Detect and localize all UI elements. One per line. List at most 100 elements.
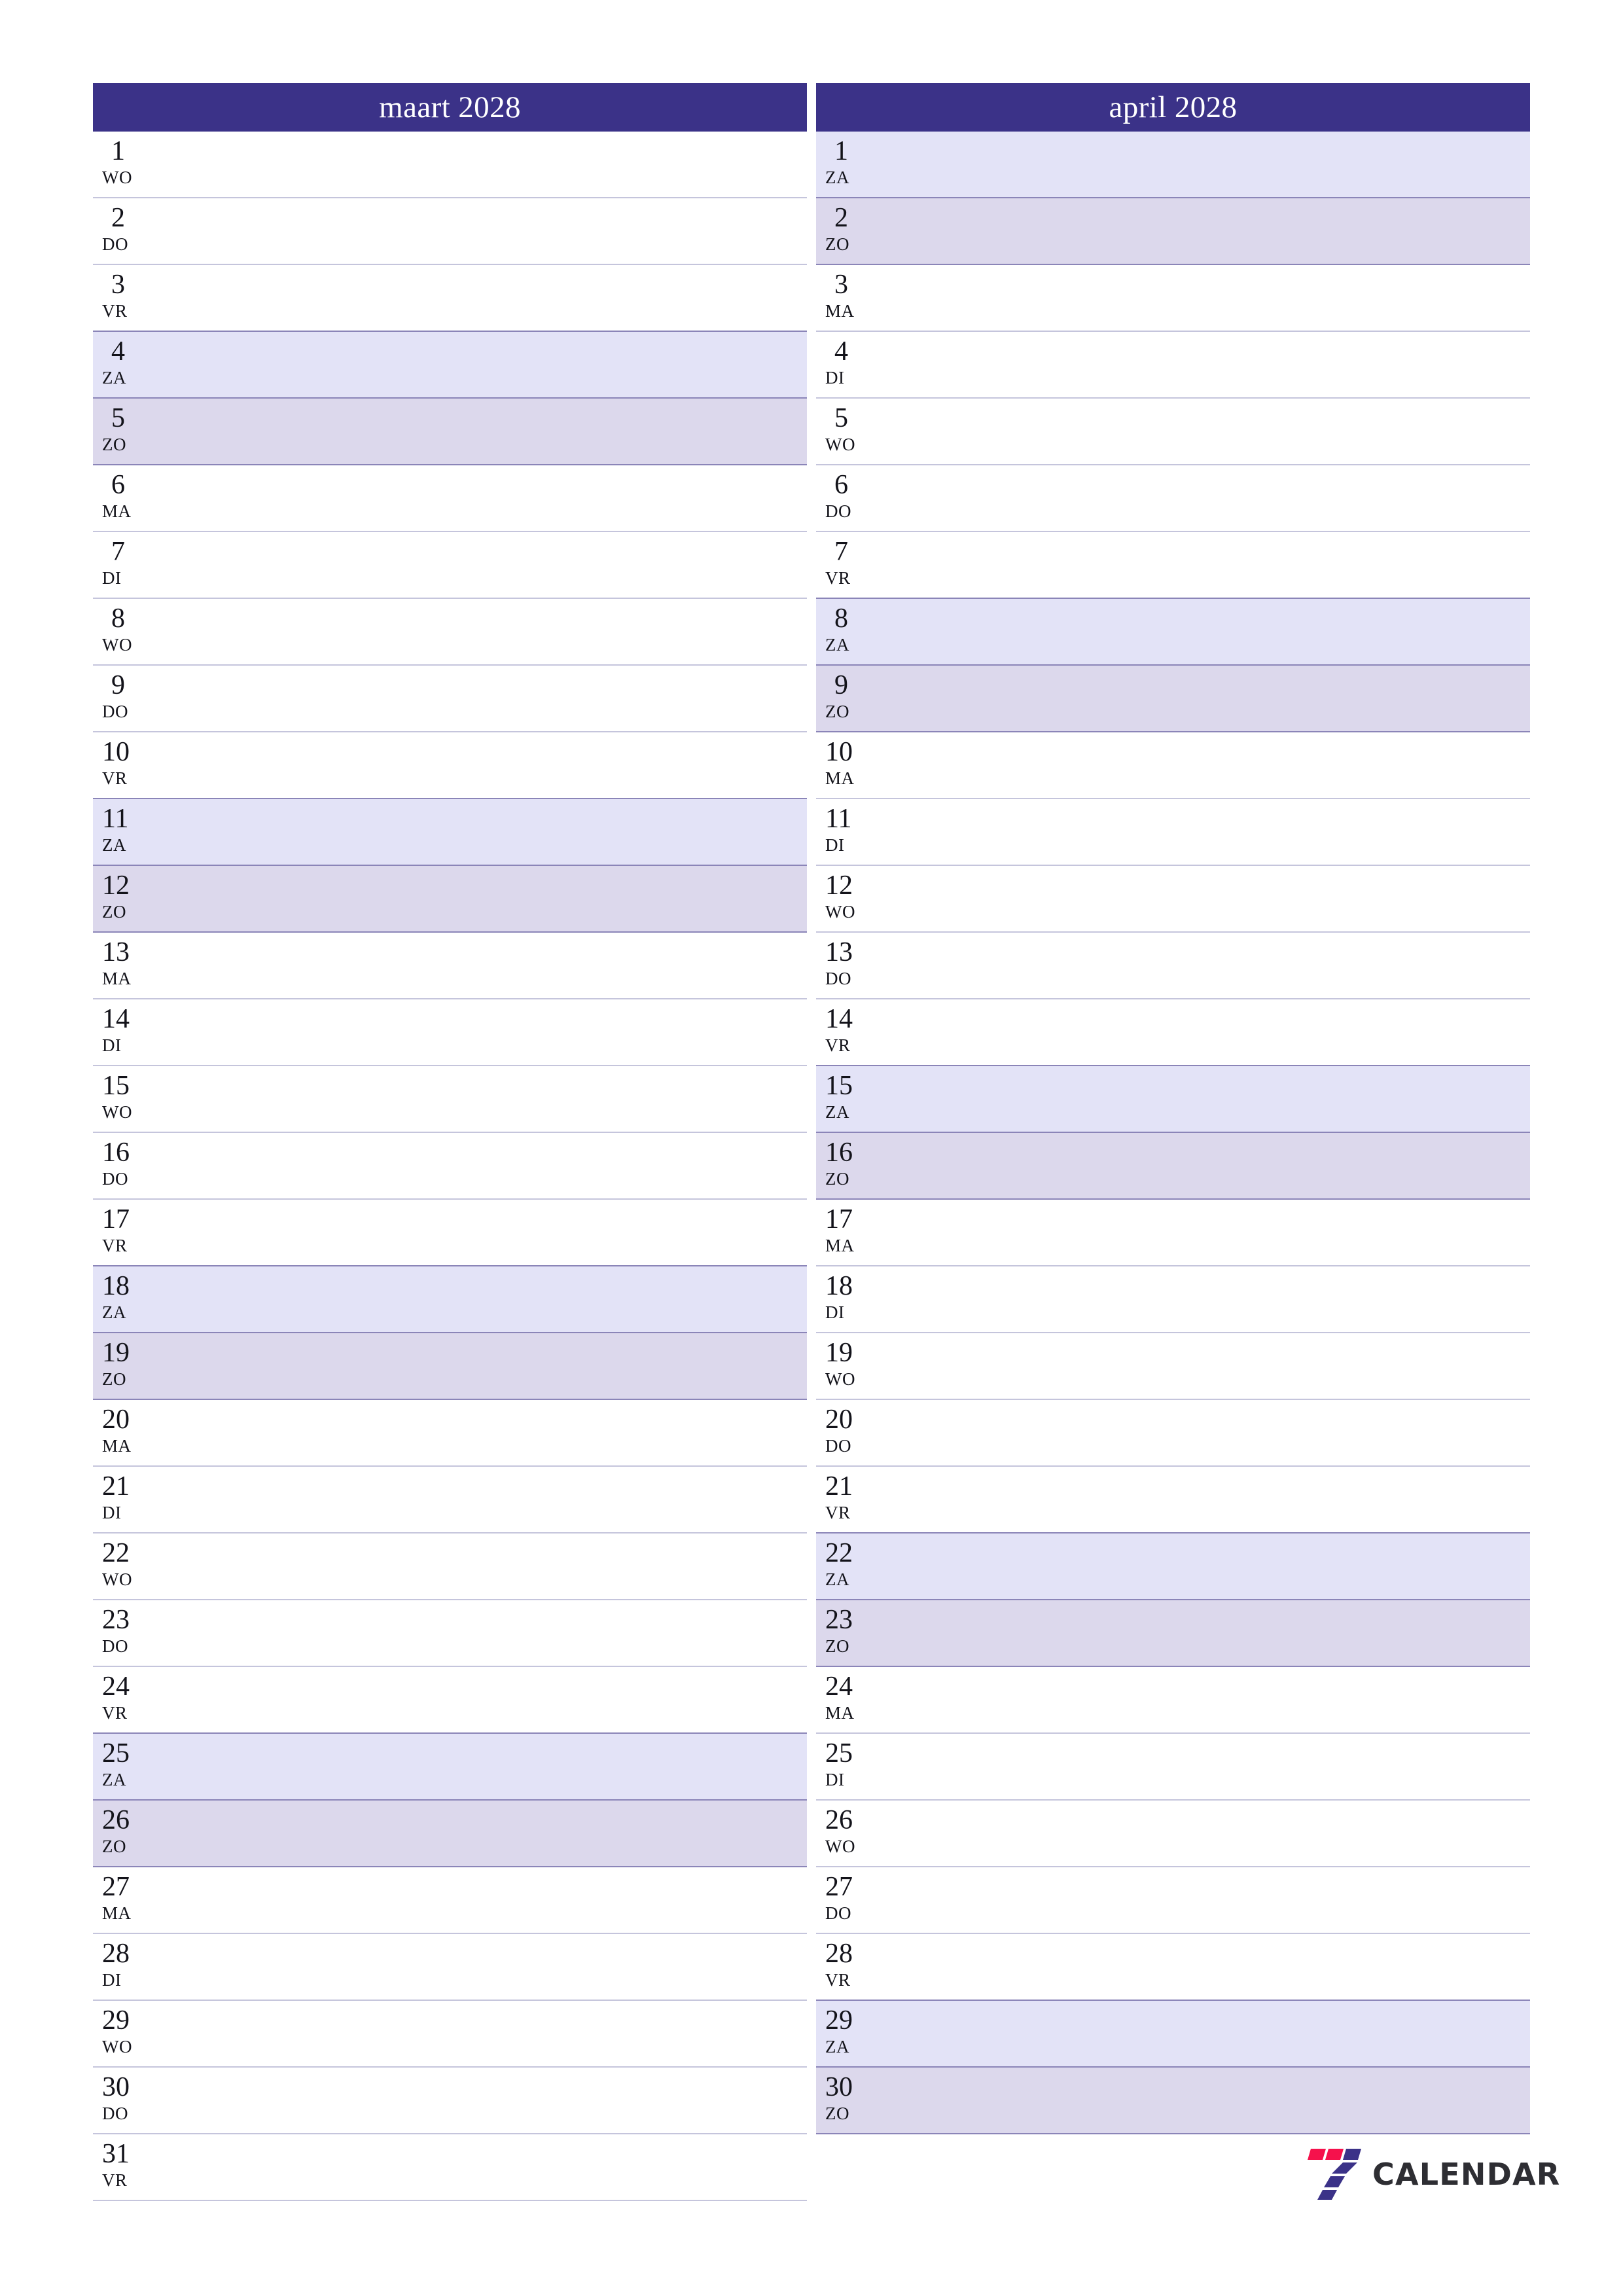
day-row[interactable]: 29 WO [93, 2001, 807, 2068]
day-row[interactable]: 25 DI [816, 1734, 1530, 1801]
day-row[interactable]: 21 DI [93, 1467, 807, 1534]
day-row[interactable]: 13 MA [93, 933, 807, 999]
day-row[interactable]: 31 VR [93, 2134, 807, 2201]
day-weekday-label: ZO [825, 1636, 849, 1656]
day-row[interactable]: 22 ZA [816, 1534, 1530, 1600]
day-row[interactable]: 7 DI [93, 532, 807, 599]
day-number: 1 [834, 136, 848, 166]
day-row[interactable]: 4 DI [816, 332, 1530, 399]
day-number: 16 [102, 1138, 130, 1168]
day-weekday-label: MA [102, 1903, 132, 1923]
day-row[interactable]: 15 ZA [816, 1066, 1530, 1133]
day-row[interactable]: 10 VR [93, 732, 807, 799]
day-row[interactable]: 14 DI [93, 999, 807, 1066]
day-row[interactable]: 23 DO [93, 1600, 807, 1667]
day-row[interactable]: 6 DO [816, 465, 1530, 532]
day-number: 23 [825, 1605, 853, 1635]
day-weekday-label: ZO [825, 702, 849, 721]
day-weekday-label: ZA [825, 2037, 849, 2056]
day-row[interactable]: 12 WO [816, 866, 1530, 933]
day-weekday-label: ZO [825, 1169, 849, 1189]
day-weekday-label: ZO [102, 1837, 126, 1856]
day-row[interactable]: 14 VR [816, 999, 1530, 1066]
day-weekday-label: ZO [825, 2104, 849, 2123]
day-row[interactable]: 26 WO [816, 1801, 1530, 1867]
day-number: 26 [825, 1805, 853, 1835]
day-row[interactable]: 1 ZA [816, 132, 1530, 198]
day-weekday-label: DO [102, 2104, 128, 2123]
day-number: 23 [102, 1605, 130, 1635]
day-row[interactable]: 27 DO [816, 1867, 1530, 1934]
day-number: 12 [825, 870, 853, 901]
day-number: 4 [111, 336, 125, 367]
day-row[interactable]: 19 ZO [93, 1333, 807, 1400]
day-row[interactable]: 20 DO [816, 1400, 1530, 1467]
day-weekday-label: WO [102, 168, 132, 187]
day-row[interactable]: 7 VR [816, 532, 1530, 599]
brand-logo: CALENDAR [1307, 2147, 1560, 2201]
day-row[interactable]: 16 ZO [816, 1133, 1530, 1200]
day-number: 15 [102, 1071, 130, 1101]
day-row[interactable]: 2 ZO [816, 198, 1530, 265]
month-columns: maart 2028 1 WO 2 DO 3 VR 4 ZA 5 ZO 6 MA 7 DI 8 WO 9 DO 10… [93, 83, 1530, 2201]
seven-logo-icon [1307, 2147, 1363, 2201]
day-row[interactable]: 27 MA [93, 1867, 807, 1934]
day-weekday-label: ZA [102, 1770, 126, 1789]
day-weekday-label: DI [102, 1035, 122, 1055]
day-row[interactable]: 5 ZO [93, 399, 807, 465]
day-weekday-label: VR [102, 768, 128, 788]
day-row[interactable]: 18 ZA [93, 1266, 807, 1333]
day-row[interactable]: 24 VR [93, 1667, 807, 1734]
day-row[interactable]: 19 WO [816, 1333, 1530, 1400]
day-row[interactable]: 25 ZA [93, 1734, 807, 1801]
day-number: 12 [102, 870, 130, 901]
day-row[interactable]: 5 WO [816, 399, 1530, 465]
day-row[interactable]: 12 ZO [93, 866, 807, 933]
day-weekday-label: ZO [102, 902, 126, 922]
day-row[interactable]: 28 VR [816, 1934, 1530, 2001]
day-row[interactable]: 23 ZO [816, 1600, 1530, 1667]
day-row[interactable]: 22 WO [93, 1534, 807, 1600]
day-weekday-label: WO [825, 435, 855, 454]
day-weekday-label: MA [102, 501, 132, 521]
day-row[interactable]: 1 WO [93, 132, 807, 198]
day-row[interactable]: 11 ZA [93, 799, 807, 866]
day-row[interactable]: 9 ZO [816, 666, 1530, 732]
day-number: 31 [102, 2139, 130, 2169]
day-number: 25 [102, 1738, 130, 1768]
day-row[interactable]: 30 DO [93, 2068, 807, 2134]
day-number: 30 [825, 2072, 853, 2102]
day-number: 6 [834, 470, 848, 500]
day-weekday-label: DI [825, 1302, 845, 1322]
day-row[interactable]: 30 ZO [816, 2068, 1530, 2134]
day-row[interactable]: 26 ZO [93, 1801, 807, 1867]
day-row[interactable]: 6 MA [93, 465, 807, 532]
day-row[interactable]: 28 DI [93, 1934, 807, 2001]
day-weekday-label: DI [825, 368, 845, 387]
day-number: 27 [825, 1872, 853, 1902]
day-row[interactable]: 29 ZA [816, 2001, 1530, 2068]
day-row[interactable]: 11 DI [816, 799, 1530, 866]
day-row[interactable]: 4 ZA [93, 332, 807, 399]
day-row[interactable]: 20 MA [93, 1400, 807, 1467]
day-row[interactable]: 3 MA [816, 265, 1530, 332]
day-number: 16 [825, 1138, 853, 1168]
day-number: 5 [834, 403, 848, 433]
day-row[interactable]: 8 WO [93, 599, 807, 666]
day-row[interactable]: 17 MA [816, 1200, 1530, 1266]
day-row[interactable]: 17 VR [93, 1200, 807, 1266]
day-weekday-label: VR [102, 2170, 128, 2190]
day-row[interactable]: 13 DO [816, 933, 1530, 999]
day-row[interactable]: 8 ZA [816, 599, 1530, 666]
day-row[interactable]: 18 DI [816, 1266, 1530, 1333]
day-number: 7 [111, 537, 125, 567]
day-row[interactable]: 24 MA [816, 1667, 1530, 1734]
day-weekday-label: MA [825, 768, 855, 788]
day-row[interactable]: 16 DO [93, 1133, 807, 1200]
day-row[interactable]: 2 DO [93, 198, 807, 265]
day-row[interactable]: 21 VR [816, 1467, 1530, 1534]
day-row[interactable]: 3 VR [93, 265, 807, 332]
day-row[interactable]: 10 MA [816, 732, 1530, 799]
day-row[interactable]: 9 DO [93, 666, 807, 732]
day-row[interactable]: 15 WO [93, 1066, 807, 1133]
